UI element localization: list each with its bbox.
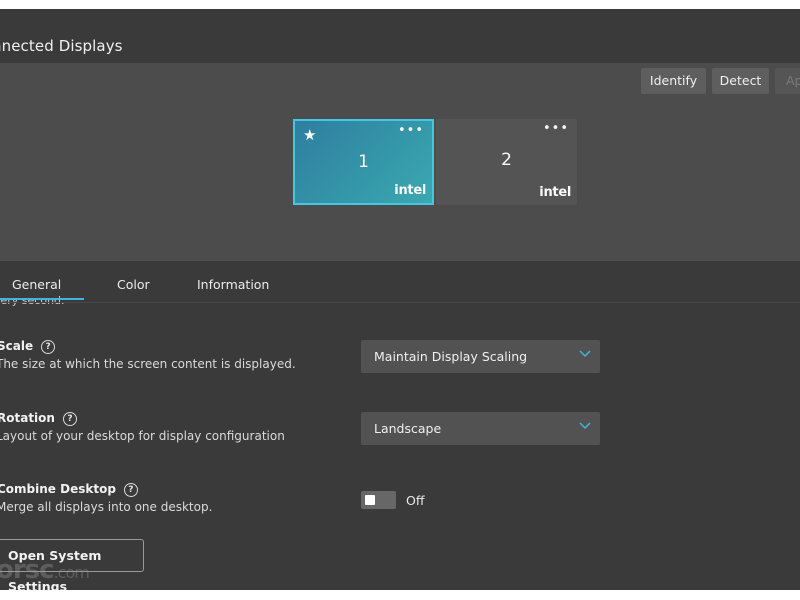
help-circle-icon[interactable]: ? — [41, 340, 56, 354]
help-circle-icon[interactable]: ? — [123, 483, 138, 497]
intel-logo: intel — [394, 183, 426, 198]
minimize-button[interactable]: — — [782, 9, 796, 13]
page-title: nnected Displays — [0, 37, 123, 55]
display-2-tile[interactable]: ••• 2 intel — [436, 119, 577, 205]
display-number: 1 — [358, 152, 369, 172]
chevron-down-icon — [579, 422, 591, 430]
scale-value: Maintain Display Scaling — [374, 349, 528, 364]
display-number: 2 — [501, 150, 512, 170]
scale-heading: Scale? — [0, 339, 56, 354]
combine-heading: Combine Desktop? — [0, 482, 138, 497]
scale-title: Scale — [0, 339, 34, 353]
help-circle-icon[interactable]: ? — [62, 412, 77, 426]
tab-general[interactable]: General — [12, 277, 61, 292]
intel-logo: intel — [539, 185, 571, 200]
combine-toggle[interactable] — [361, 491, 396, 509]
chevron-down-icon — [579, 350, 591, 358]
display-1-tile[interactable]: ★ ••• 1 intel — [293, 119, 434, 205]
more-dots-icon[interactable]: ••• — [398, 123, 424, 138]
scale-description: The size at which the screen content is … — [0, 357, 296, 371]
combine-description: Merge all displays into one desktop. — [0, 500, 213, 514]
rotation-description: Layout of your desktop for display confi… — [0, 429, 285, 443]
apply-button[interactable]: Ap — [775, 68, 800, 94]
scale-dropdown[interactable]: Maintain Display Scaling — [361, 340, 600, 373]
tab-information[interactable]: Information — [197, 277, 269, 292]
divider — [0, 302, 800, 303]
app-window: — nnected Displays Identify Detect Ap ★ … — [0, 9, 800, 590]
star-icon: ★ — [303, 126, 317, 144]
display-arrangement-area: Identify Detect Ap ★ ••• 1 intel ••• 2 i… — [0, 63, 800, 261]
tab-color[interactable]: Color — [117, 277, 150, 292]
tab-bar: General Color Information — [0, 261, 800, 303]
rotation-value: Landscape — [374, 421, 442, 436]
toggle-knob — [365, 495, 375, 505]
open-system-settings-button[interactable]: Open System Settings — [0, 539, 144, 590]
rotation-heading: Rotation? — [0, 411, 77, 426]
rotation-dropdown[interactable]: Landscape — [361, 412, 600, 445]
detect-button[interactable]: Detect — [712, 68, 769, 94]
combine-toggle-label: Off — [406, 493, 425, 508]
identify-button[interactable]: Identify — [641, 68, 706, 94]
partial-text: very second. — [0, 294, 65, 307]
combine-title: Combine Desktop — [0, 482, 116, 496]
more-dots-icon[interactable]: ••• — [543, 121, 569, 136]
active-tab-indicator — [0, 298, 84, 300]
rotation-title: Rotation — [0, 411, 55, 425]
